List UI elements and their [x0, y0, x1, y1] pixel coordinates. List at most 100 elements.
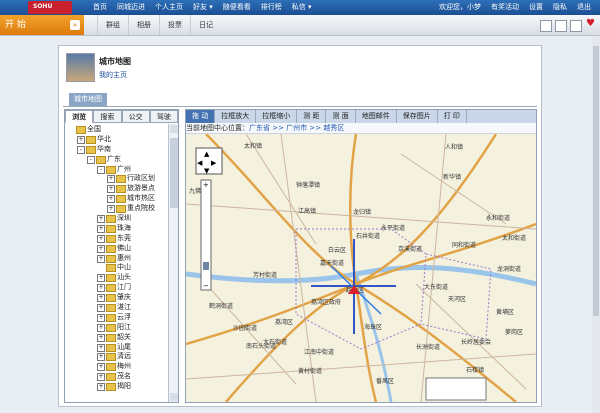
- tree-label[interactable]: 清远: [117, 351, 131, 361]
- tree-node[interactable]: + 汕头: [65, 272, 168, 283]
- collapse-icon[interactable]: -: [87, 155, 95, 164]
- tree-label[interactable]: 广东: [107, 154, 121, 164]
- map-place-label[interactable]: 海珠区: [364, 323, 382, 331]
- tree-label[interactable]: 中山: [117, 262, 131, 272]
- list-icon[interactable]: [555, 20, 567, 32]
- tree-label[interactable]: 重点院校: [127, 203, 155, 213]
- rewards-link[interactable]: 有奖活动: [486, 0, 524, 15]
- tree-node[interactable]: - 广州: [65, 164, 168, 174]
- tree-node[interactable]: + 重点院校: [65, 203, 168, 214]
- map-place-label[interactable]: 黄村街道: [298, 367, 322, 375]
- expand-icon[interactable]: +: [97, 353, 105, 362]
- map-place-label[interactable]: 人和镇: [445, 143, 463, 151]
- zoom-out-box-button[interactable]: 拉框缩小: [256, 110, 298, 123]
- tree-node[interactable]: 全国: [65, 124, 168, 134]
- tree-label[interactable]: 梅州: [117, 361, 131, 371]
- nav-profile[interactable]: 个人主页: [150, 0, 188, 15]
- expand-icon[interactable]: +: [107, 195, 115, 204]
- tree-node[interactable]: + 深圳: [65, 213, 168, 224]
- album-link[interactable]: 相册: [128, 15, 159, 35]
- map-place-label[interactable]: 江南中街道: [304, 348, 334, 356]
- map-place-label[interactable]: 同和街道: [452, 241, 476, 249]
- zoom-in-box-button[interactable]: 拉框放大: [215, 110, 257, 123]
- tree-label[interactable]: 行政区划: [127, 173, 155, 183]
- nav-ranking[interactable]: 排行榜: [256, 0, 287, 15]
- pan-up-icon[interactable]: ▲: [204, 150, 210, 158]
- tree-label[interactable]: 东莞: [117, 233, 131, 243]
- tree-label[interactable]: 华北: [97, 134, 111, 144]
- tree-label[interactable]: 肇庆: [117, 292, 131, 302]
- tree-node[interactable]: + 惠州: [65, 253, 168, 263]
- tree-label[interactable]: 惠州: [117, 253, 131, 263]
- tree-label[interactable]: 汕头: [117, 272, 131, 282]
- map-place-label[interactable]: 江高镇: [298, 207, 316, 215]
- tree-node[interactable]: + 阳江: [65, 322, 168, 332]
- map-place-label[interactable]: 永平街道: [381, 224, 405, 232]
- pan-left-icon[interactable]: ◀: [197, 159, 203, 167]
- expand-icon[interactable]: +: [97, 294, 105, 303]
- tree-node[interactable]: 中山: [65, 262, 168, 273]
- location-path[interactable]: 广东省 >> 广州市 >> 越秀区: [249, 124, 344, 132]
- map-place-label[interactable]: 京溪街道: [398, 245, 422, 253]
- tree-node[interactable]: + 肇庆: [65, 292, 168, 303]
- map-place-label[interactable]: 天河区: [448, 295, 466, 303]
- zoom-in-icon[interactable]: +: [203, 181, 209, 189]
- pan-down-icon[interactable]: ▼: [204, 167, 210, 175]
- tree-label[interactable]: 湛江: [117, 302, 131, 312]
- settings-link[interactable]: 设置: [524, 0, 548, 15]
- map-place-label[interactable]: 沙园街道: [233, 324, 257, 332]
- distance-tool-button[interactable]: 测 距: [297, 110, 327, 123]
- map-place-label[interactable]: 太和镇: [244, 142, 262, 150]
- map-place-label[interactable]: 长岭居委会: [461, 338, 491, 346]
- map-place-label[interactable]: 嘉禾街道: [320, 259, 344, 267]
- tree-node[interactable]: - 华南: [65, 144, 168, 154]
- grid-icon[interactable]: [570, 20, 582, 32]
- zoom-out-icon[interactable]: −: [203, 282, 209, 290]
- logout-link[interactable]: 退出: [572, 0, 596, 15]
- map-place-label[interactable]: 荔湾区政府: [311, 298, 341, 306]
- vote-link[interactable]: 投票: [159, 15, 190, 35]
- map-place-label[interactable]: 萝岗区: [505, 328, 523, 336]
- tab-search[interactable]: 搜索: [93, 110, 122, 123]
- map-place-label[interactable]: 永和街道: [486, 214, 510, 222]
- map-place-label[interactable]: 番禺区: [376, 378, 394, 385]
- tree-label[interactable]: 汕尾: [117, 342, 131, 352]
- map-mail-button[interactable]: 地图邮件: [356, 110, 397, 123]
- tree-node[interactable]: + 清远: [65, 351, 168, 362]
- tab-drive[interactable]: 驾驶: [149, 110, 178, 123]
- site-logo[interactable]: SOHU: [28, 1, 72, 14]
- nav-home[interactable]: 首页: [88, 0, 112, 15]
- map-place-label[interactable]: 黄埔区: [496, 308, 514, 316]
- drag-tool-button[interactable]: 拖 动: [186, 110, 216, 123]
- scroll-down-icon[interactable]: [170, 393, 178, 401]
- tab-browse[interactable]: 浏览: [65, 110, 94, 123]
- tree-node[interactable]: + 茂名: [65, 371, 168, 382]
- expand-icon[interactable]: +: [97, 244, 105, 253]
- tree-node[interactable]: + 梅州: [65, 361, 168, 372]
- tree-node[interactable]: + 佛山: [65, 243, 168, 253]
- expand-icon[interactable]: +: [97, 224, 105, 233]
- save-image-button[interactable]: 保存图片: [397, 110, 438, 123]
- map-place-label[interactable]: 鹤洞街道: [209, 302, 233, 310]
- tree-label[interactable]: 茂名: [117, 371, 131, 381]
- map-place-label[interactable]: 龙洞街道: [497, 265, 521, 273]
- street-map[interactable]: 太和镇九佛镇钟落潭镇人和镇新华镇江高镇 龙归镇永平街道石井街道 太和街道白云区 京溪街…: [186, 134, 536, 402]
- nav-city[interactable]: 同城迈进: [112, 0, 150, 15]
- zoom-slider[interactable]: [200, 179, 212, 291]
- map-place-label[interactable]: 石井街道: [356, 232, 380, 240]
- privacy-link[interactable]: 隐私: [548, 0, 572, 15]
- expand-icon[interactable]: +: [97, 323, 105, 332]
- expand-icon[interactable]: +: [97, 343, 105, 352]
- collapse-icon[interactable]: -: [97, 165, 105, 174]
- tree-label[interactable]: 揭阳: [117, 381, 131, 391]
- expand-icon[interactable]: +: [97, 333, 105, 342]
- page-scrollbar[interactable]: [592, 36, 600, 413]
- tree-scrollbar[interactable]: [168, 124, 178, 402]
- heart-icon[interactable]: ♥: [586, 19, 596, 29]
- pan-right-icon[interactable]: ▶: [211, 159, 217, 167]
- tree-label[interactable]: 云浮: [117, 312, 131, 322]
- scroll-up-icon[interactable]: [170, 125, 178, 133]
- expand-icon[interactable]: +: [97, 373, 105, 382]
- tree-node[interactable]: + 城市热区: [65, 193, 168, 204]
- avatar[interactable]: [66, 53, 95, 82]
